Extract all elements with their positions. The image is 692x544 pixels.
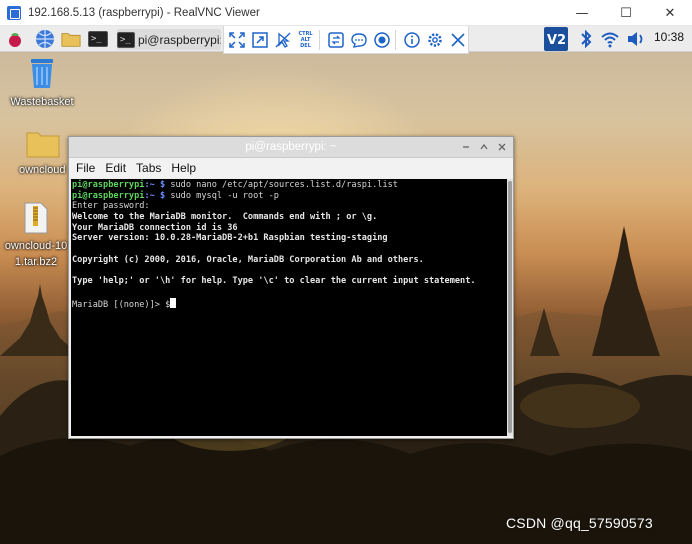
terminal-line: pi@raspberrypi:~ $ sudo nano /etc/apt/so… bbox=[72, 180, 506, 191]
menu-help[interactable]: Help bbox=[171, 161, 196, 175]
svg-text:V2: V2 bbox=[547, 33, 566, 48]
terminal-title: pi@raspberrypi: ~ bbox=[245, 141, 337, 153]
fullscreen-icon[interactable] bbox=[226, 29, 247, 51]
record-icon[interactable] bbox=[371, 29, 392, 51]
minimize-button[interactable]: — bbox=[560, 0, 604, 26]
web-browser-icon[interactable] bbox=[35, 29, 55, 49]
terminal-window[interactable]: pi@raspberrypi: ~ File Edit Tabs Help pi… bbox=[68, 136, 514, 439]
raspberry-menu-icon[interactable] bbox=[5, 29, 25, 49]
scrollbar-thumb[interactable] bbox=[508, 181, 512, 433]
ctrl-text: CTRL bbox=[298, 30, 313, 37]
terminal-line: Type 'help;' or '\h' for help. Type '\c'… bbox=[72, 276, 476, 287]
terminal-titlebar[interactable]: pi@raspberrypi: ~ bbox=[69, 137, 513, 158]
command-text: sudo nano /etc/apt/sources.list.d/raspi.… bbox=[170, 180, 398, 190]
terminal-close-icon[interactable] bbox=[495, 140, 509, 154]
clock: 10:38 bbox=[654, 30, 685, 44]
terminal-icon[interactable]: >_ bbox=[88, 29, 108, 49]
prompt-user: pi@raspberrypi bbox=[72, 190, 145, 201]
menu-edit[interactable]: Edit bbox=[105, 161, 126, 175]
command-text: sudo mysql -u root -p bbox=[170, 190, 279, 201]
terminal-line: Welcome to the MariaDB monitor. Commands… bbox=[72, 212, 378, 223]
maximize-button[interactable]: ☐ bbox=[604, 0, 648, 26]
text-cursor bbox=[170, 297, 177, 308]
volume-icon[interactable] bbox=[626, 29, 646, 49]
close-icon[interactable] bbox=[447, 29, 468, 51]
desktop-icon-label: owncloud bbox=[19, 164, 66, 176]
vnc-icon[interactable]: V2 bbox=[544, 27, 568, 51]
ctrl-alt-del-icon[interactable]: CTRL ALT DEL bbox=[295, 29, 316, 51]
toolbar-separator bbox=[319, 29, 321, 50]
chat-icon[interactable] bbox=[348, 29, 369, 51]
desktop-icon-wastebasket[interactable]: Wastebasket bbox=[8, 56, 76, 110]
wastebasket-icon bbox=[31, 59, 53, 88]
terminal-line: Server version: 10.0.28-MariaDB-2+b1 Ras… bbox=[72, 233, 388, 244]
folder-icon bbox=[26, 132, 60, 158]
taskbar-task-label: pi@raspberrypi: ~ bbox=[137, 32, 221, 47]
terminal-output[interactable]: pi@raspberrypi:~ $ sudo nano /etc/apt/so… bbox=[71, 179, 507, 436]
archive-file-icon bbox=[24, 202, 48, 234]
terminal-line: pi@raspberrypi:~ $ sudo mysql -u root -p bbox=[72, 191, 506, 202]
window-title: 192.168.5.13 (raspberrypi) - RealVNC Vie… bbox=[28, 6, 260, 19]
vnc-viewer-titlebar[interactable]: 192.168.5.13 (raspberrypi) - RealVNC Vie… bbox=[0, 0, 692, 26]
terminal-menubar: File Edit Tabs Help bbox=[69, 158, 513, 178]
terminal-line: Your MariaDB connection id is 36 bbox=[72, 222, 238, 233]
menu-tabs[interactable]: Tabs bbox=[136, 161, 161, 175]
settings-icon[interactable] bbox=[424, 29, 445, 51]
desktop-icon-label-line1: owncloud-10 bbox=[4, 240, 68, 252]
pointer-icon[interactable] bbox=[272, 29, 293, 51]
terminal-line: Copyright (c) 2000, 2016, Oracle, MariaD… bbox=[72, 254, 424, 265]
info-icon[interactable] bbox=[401, 29, 422, 51]
scale-icon[interactable] bbox=[249, 29, 270, 51]
terminal-task-icon: >_ bbox=[117, 31, 135, 48]
mariadb-prompt: MariaDB [(none)]> $ bbox=[72, 299, 171, 310]
prompt-path: :~ $ bbox=[144, 190, 171, 201]
vnc-toolbar: CTRL ALT DEL bbox=[223, 26, 469, 54]
taskbar-task-terminal[interactable]: >_ pi@raspberrypi: ~ bbox=[117, 29, 221, 50]
terminal-maximize-icon[interactable] bbox=[477, 140, 491, 154]
file-manager-icon[interactable] bbox=[61, 29, 81, 49]
desktop-icon-owncloud-archive[interactable]: owncloud-10 1.tar.bz2 bbox=[4, 202, 68, 270]
del-text: DEL bbox=[300, 42, 311, 49]
terminal-scrollbar[interactable] bbox=[507, 179, 513, 436]
toolbar-separator bbox=[395, 29, 397, 50]
csdn-watermark: CSDN @qq_57590573 bbox=[506, 515, 653, 531]
realvnc-app-icon bbox=[7, 5, 21, 20]
transfer-icon[interactable] bbox=[325, 29, 346, 51]
desktop-icon-label: Wastebasket bbox=[10, 96, 74, 108]
wifi-icon[interactable] bbox=[600, 29, 620, 49]
menu-file[interactable]: File bbox=[76, 161, 95, 175]
bluetooth-icon[interactable] bbox=[576, 29, 596, 49]
terminal-line: Enter password: bbox=[72, 201, 150, 212]
prompt-path: :~ $ bbox=[144, 180, 171, 190]
desktop-icon-label-line2: 1.tar.bz2 bbox=[14, 256, 58, 268]
desktop-icon-owncloud-folder[interactable]: owncloud bbox=[13, 130, 73, 178]
terminal-line: MariaDB [(none)]> $ bbox=[72, 297, 506, 310]
close-button[interactable]: ✕ bbox=[648, 0, 692, 26]
terminal-minimize-icon[interactable] bbox=[459, 140, 473, 154]
prompt-user: pi@raspberrypi bbox=[72, 180, 145, 190]
